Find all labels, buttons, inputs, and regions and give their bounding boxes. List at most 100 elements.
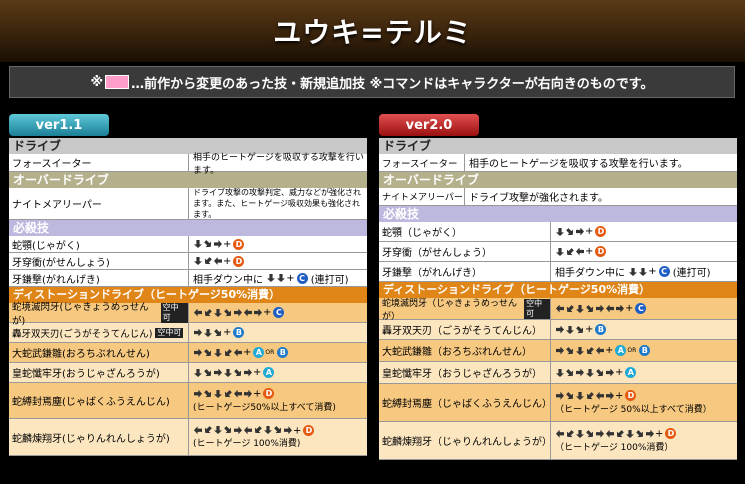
move-name: 牙穿衝（がせんしょう）	[379, 242, 551, 261]
arrow-downright-icon	[634, 428, 645, 439]
c-button-icon: C	[273, 307, 285, 318]
arrow-downleft-icon	[202, 425, 213, 436]
air-ok-tag: 空中可	[155, 327, 184, 338]
arrow-left-icon	[194, 426, 202, 434]
command: 相手ダウン中に + C (連打可)	[555, 266, 711, 279]
arrow-downright-icon	[564, 345, 575, 356]
arrow-down-icon	[576, 392, 584, 400]
arrow-down-icon	[194, 257, 202, 265]
arrow-left-icon	[596, 392, 604, 400]
arrow-right-icon	[596, 304, 604, 313]
c-button-icon: C	[296, 272, 308, 284]
table-row: 大蛇武鎌雛(おろちぶれんせん) + A OR B	[9, 343, 367, 363]
or-label: OR	[265, 349, 275, 356]
arrow-downleft-icon	[564, 246, 575, 257]
arrow-left-icon	[606, 305, 614, 313]
command: + B	[189, 323, 367, 342]
title-bar: ユウキ=テルミ	[0, 0, 745, 62]
command: + D （ヒートゲージ 50%以上すべて消費）	[555, 390, 712, 415]
move-name: 大蛇武鎌雛（おろちぶれんせん）	[379, 340, 551, 361]
arrow-downleft-icon	[252, 425, 263, 436]
table-row: ナイトメアリーパー ドライブ攻撃が強化されます。	[379, 188, 737, 206]
arrow-right-icon	[606, 368, 614, 377]
command: + C	[551, 298, 737, 319]
arrow-downleft-icon	[222, 388, 233, 399]
arrow-right-icon	[244, 368, 252, 377]
a-button-icon: A	[253, 347, 265, 358]
command: + D	[551, 242, 737, 261]
move-name: 蛇麟煉翔牙(じゃりんれんしょうが)	[9, 419, 189, 455]
drive-button-icon: D	[595, 226, 607, 237]
arrow-right-icon	[234, 426, 242, 435]
table-row: 蛇麟煉翔牙(じゃりんれんしょうが) + D (ヒートゲージ 100%消費)	[9, 419, 367, 456]
arrow-right-icon	[254, 308, 262, 317]
arrow-down-icon	[626, 430, 634, 438]
arrow-right-icon	[234, 308, 242, 317]
arrow-left-icon	[556, 305, 564, 313]
move-name: ナイトメアリーパー	[379, 188, 465, 205]
section-special: 必殺技	[379, 206, 737, 222]
command-note: 相手ダウン中に	[555, 268, 625, 279]
b-button-icon: B	[277, 347, 289, 358]
command: + A OR B	[551, 340, 737, 361]
arrow-down-icon	[556, 228, 564, 236]
gauge-note: (ヒートゲージ 100%消費)	[193, 439, 301, 450]
command: + B	[551, 320, 737, 339]
arrow-right-icon	[596, 429, 604, 438]
panel-ver2-0: ドライブ フォースイーター 相手のヒートゲージを吸収する攻撃を行います。 オーバ…	[379, 138, 737, 460]
arrow-downright-icon	[594, 367, 605, 378]
command-tail: (連打可)	[310, 274, 349, 286]
command: 相手ダウン中に + C (連打可)	[193, 272, 349, 286]
drive-button-icon: D	[233, 238, 245, 250]
command: + A	[551, 362, 737, 383]
arrow-down-icon	[224, 369, 232, 377]
drive-button-icon: D	[263, 388, 275, 400]
table-row: フォースイーター 相手のヒートゲージを吸収する攻撃を行います。	[379, 154, 737, 172]
move-name: 蛇顎（じゃがく）	[379, 222, 551, 241]
arrow-right-icon	[556, 346, 564, 355]
arrow-right-icon	[556, 391, 564, 400]
command: + A OR B	[189, 343, 367, 362]
table-row: 蛇縛封焉塵(じゃばくふうえんじん) + D (ヒートゲージ50%以上すべて消費)	[9, 383, 367, 419]
arrow-left-icon	[596, 347, 604, 355]
table-row: 牙穿衝(がせんしょう) + D	[9, 253, 367, 270]
arrow-downright-icon	[564, 367, 575, 378]
drive-button-icon: D	[665, 428, 677, 440]
arrow-downleft-icon	[564, 428, 575, 439]
table-row: 轟牙双天刃(ごうがそうてんじん) 空中可 + B	[9, 323, 367, 343]
tab-ver1-1[interactable]: ver1.1	[9, 114, 109, 136]
move-desc: ドライブ攻撃の攻撃判定、威力などが強化されます。また、ヒートゲージ吸収効果も強化…	[193, 188, 361, 219]
arrow-downright-icon	[202, 238, 213, 249]
gauge-note: （ヒートゲージ 100%消費）	[555, 442, 674, 453]
table-row: 轟牙双天刃（ごうがそうてんじん） + B	[379, 320, 737, 340]
move-name: フォースイーター	[379, 154, 465, 171]
arrow-down-icon	[214, 390, 222, 398]
arrow-down-icon	[214, 309, 222, 317]
table-row: 蛇境滅閃牙(じゃきょうめっせんが) 空中可 + C	[9, 302, 367, 327]
arrow-down-icon	[214, 426, 222, 434]
highlight-swatch	[105, 75, 130, 89]
move-name-text: 轟牙双天刃(ごうがそうてんじん)	[12, 328, 153, 340]
notice-text: …前作から変更のあった技・新規追加技 ※コマンドはキャラクターが右向きのものです…	[131, 76, 654, 92]
move-name: 蛇境滅閃牙(じゃきょうめっせんが) 空中可	[9, 302, 189, 327]
arrow-right-icon	[616, 304, 624, 313]
arrow-right-icon	[576, 227, 584, 236]
move-name: 皇蛇懺牢牙（おうじゃざんろうが）	[379, 362, 551, 383]
command: + D	[189, 236, 367, 252]
arrow-downright-icon	[584, 428, 595, 439]
arrow-down-icon	[566, 326, 574, 334]
table-row: 蛇顎(じゃがく) + D	[9, 236, 367, 253]
arrow-left-icon	[194, 309, 202, 317]
arrow-down-icon	[576, 430, 584, 438]
move-desc: ドライブ攻撃が強化されます。	[469, 193, 608, 204]
arrow-downright-icon	[272, 425, 283, 436]
arrow-downright-icon	[564, 226, 575, 237]
table-row: 蛇顎（じゃがく） + D	[379, 222, 737, 242]
command: + C	[189, 303, 367, 322]
a-button-icon: A	[263, 367, 275, 378]
tab-ver2-0[interactable]: ver2.0	[379, 114, 479, 136]
arrow-downleft-icon	[202, 307, 213, 318]
section-overdrive: オーバードライブ	[379, 172, 737, 188]
arrow-right-icon	[244, 389, 252, 398]
notice-prefix: ※	[90, 74, 104, 90]
